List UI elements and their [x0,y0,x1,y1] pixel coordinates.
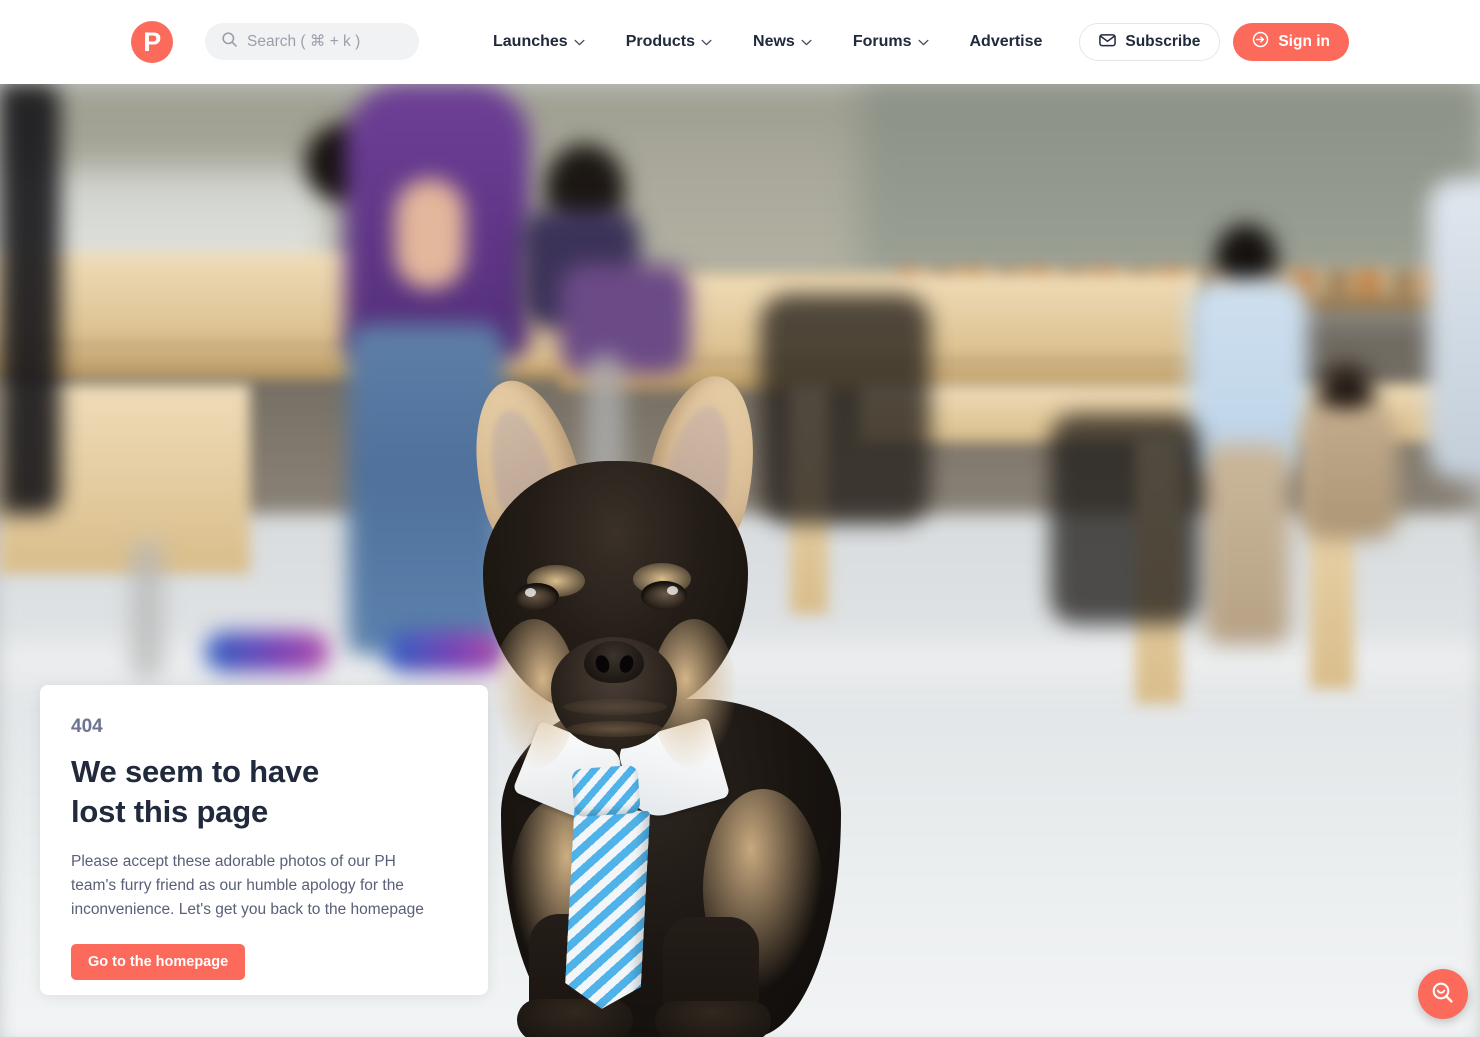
sign-in-label: Sign in [1278,33,1330,50]
header-actions: Subscribe Sign in [1079,23,1349,61]
search-smile-icon [1430,980,1456,1009]
nav-label: Forums [852,33,912,50]
french-bulldog [455,366,925,1037]
chevron-down-icon [801,33,812,51]
person-shoe-left [205,632,330,672]
dog-paw-right [655,1001,771,1037]
dog-necktie [564,807,650,1011]
subscribe-button[interactable]: Subscribe [1079,23,1221,61]
person-silhouette-left [0,84,60,514]
main-navigation: Launches Products News Forums Advertise [493,0,1042,84]
sign-in-arrow-icon [1252,31,1269,53]
product-hunt-logo[interactable]: P [131,21,173,63]
nav-item-launches[interactable]: Launches [493,33,585,51]
error-card: 404 We seem to have lost this page Pleas… [40,685,488,995]
search-input[interactable]: Search ( ⌘ + k ) [205,23,419,60]
dog-muzzle-wrinkle-b [567,721,663,737]
go-to-homepage-button[interactable]: Go to the homepage [71,944,246,980]
envelope-icon [1099,33,1117,52]
nav-item-products[interactable]: Products [626,33,712,51]
person-silhouette-right [1050,414,1200,624]
search-placeholder: Search ( ⌘ + k ) [247,33,361,50]
subscribe-label: Subscribe [1125,33,1201,50]
nav-label: Advertise [969,33,1043,50]
dog-paw-left [517,999,633,1037]
person-body-e [1300,409,1398,539]
chevron-down-icon [701,33,712,51]
logo-letter: P [143,26,161,57]
nav-label: News [753,33,795,50]
search-fab-button[interactable] [1418,969,1468,1019]
error-code: 404 [71,716,103,737]
site-header: P Search ( ⌘ + k ) Launches Products New… [0,0,1480,84]
error-description: Please accept these adorable photos of o… [71,853,424,918]
nav-item-advertise[interactable]: Advertise [970,33,1043,51]
person-body-c [560,264,690,374]
sign-in-button[interactable]: Sign in [1233,23,1349,61]
dog-necktie-knot [571,764,641,818]
nav-item-news[interactable]: News [753,33,812,51]
cable-coil-b [130,539,164,679]
background-wall-right [860,84,1480,274]
chevron-down-icon [574,33,585,51]
dog-muzzle-wrinkle-a [563,699,667,715]
nav-item-forums[interactable]: Forums [853,33,929,51]
person-arm [395,179,465,289]
dog-nose [584,641,644,683]
person-body-f [1428,179,1480,479]
dog-eye-left-glint [525,588,536,597]
error-headline: We seem to have lost this page [71,752,457,832]
error-headline-line-1: We seem to have [71,754,319,789]
dog-eye-left [515,583,559,611]
hero-section: 404 We seem to have lost this page Pleas… [0,84,1480,1037]
nav-label: Launches [493,33,568,50]
error-headline-line-2: lost this page [71,794,269,829]
search-icon [221,31,238,53]
nav-label: Products [625,33,696,50]
person-legs-d [1205,444,1289,644]
chevron-down-icon [917,33,929,51]
dog-eye-right [641,581,687,610]
dog-eye-right-glint [667,586,678,595]
